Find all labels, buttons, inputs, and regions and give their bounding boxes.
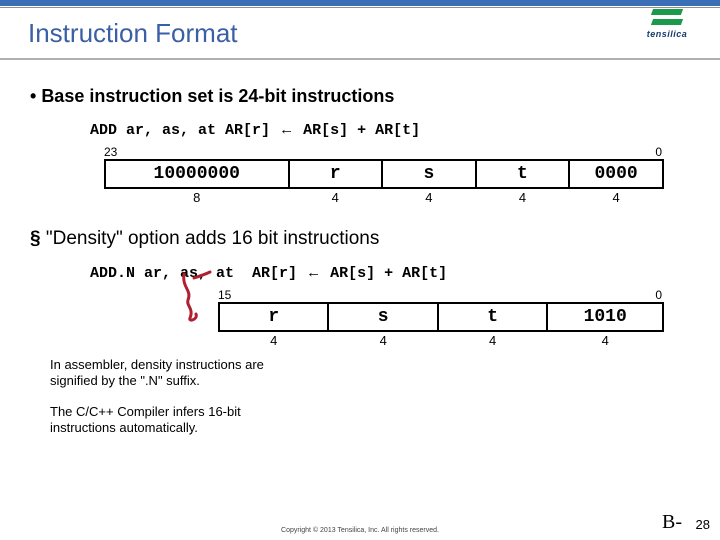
table-row: r s t 1010 xyxy=(219,303,663,331)
field-last: 0000 xyxy=(569,160,663,188)
code-add: ADD ar, as, at AR[r] ← AR[s] + AR[t] xyxy=(90,121,690,139)
width-last: 4 xyxy=(547,331,663,349)
field-opcode: 10000000 xyxy=(105,160,289,188)
left-arrow-icon: ← xyxy=(306,264,321,281)
note-suffix: In assembler, density instructions are s… xyxy=(50,357,310,390)
page-title: Instruction Format xyxy=(28,18,238,49)
bit-range-24: 23 0 xyxy=(104,145,662,159)
table-row: 8 4 4 4 4 xyxy=(105,188,663,206)
code-sep xyxy=(216,122,225,139)
header: Instruction Format tensilica xyxy=(0,0,720,60)
field-t: t xyxy=(438,303,547,331)
width-last: 4 xyxy=(569,188,663,206)
code-addn: ADD.N ar, as, at AR[r] ← AR[s] + AR[t] xyxy=(90,264,690,282)
footer-copyright: Copyright © 2013 Tensilica, Inc. All rig… xyxy=(0,527,720,534)
code-lhs: ADD.N ar, as, at xyxy=(90,265,234,282)
bullet-16bit: "Density" option adds 16 bit instruction… xyxy=(30,228,690,250)
bit-lo: 0 xyxy=(655,288,662,302)
content: Base instruction set is 24-bit instructi… xyxy=(0,60,720,436)
note-compiler: The C/C++ Compiler infers 16-bit instruc… xyxy=(50,404,310,437)
header-rule xyxy=(0,7,720,8)
logo-name: tensilica xyxy=(647,29,688,39)
bit-range-16: 15 0 xyxy=(218,288,662,302)
bullet-24bit: Base instruction set is 24-bit instructi… xyxy=(30,86,690,107)
encoding-table-16: r s t 1010 4 4 4 4 xyxy=(218,302,664,349)
width-s: 4 xyxy=(382,188,476,206)
header-topbar xyxy=(0,0,720,6)
width-r: 4 xyxy=(289,188,383,206)
width-s: 4 xyxy=(328,331,437,349)
field-s: s xyxy=(382,160,476,188)
table-row: 4 4 4 4 xyxy=(219,331,663,349)
tensilica-logo: tensilica xyxy=(624,6,710,42)
field-last: 1010 xyxy=(547,303,663,331)
slide: Instruction Format tensilica Base instru… xyxy=(0,0,720,540)
bit-hi: 23 xyxy=(104,145,117,159)
field-r: r xyxy=(219,303,328,331)
left-arrow-icon: ← xyxy=(279,121,294,138)
encoding-table-24: 10000000 r s t 0000 8 4 4 4 4 xyxy=(104,159,664,206)
page-number: 28 xyxy=(696,517,710,532)
code-rhs1: AR[r] xyxy=(252,265,306,282)
width-t: 4 xyxy=(476,188,570,206)
code-rhs1: AR[r] xyxy=(225,122,279,139)
code-rhs2: AR[s] + AR[t] xyxy=(294,122,420,139)
width-t: 4 xyxy=(438,331,547,349)
page-section-tag: B- xyxy=(662,511,682,534)
logo-mark-icon xyxy=(652,9,682,27)
bit-lo: 0 xyxy=(655,145,662,159)
code-lhs: ADD ar, as, at xyxy=(90,122,216,139)
field-s: s xyxy=(328,303,437,331)
table-row: 10000000 r s t 0000 xyxy=(105,160,663,188)
width-opcode: 8 xyxy=(105,188,289,206)
width-r: 4 xyxy=(219,331,328,349)
field-t: t xyxy=(476,160,570,188)
field-r: r xyxy=(289,160,383,188)
code-rhs2: AR[s] + AR[t] xyxy=(321,265,447,282)
bit-hi: 15 xyxy=(218,288,231,302)
